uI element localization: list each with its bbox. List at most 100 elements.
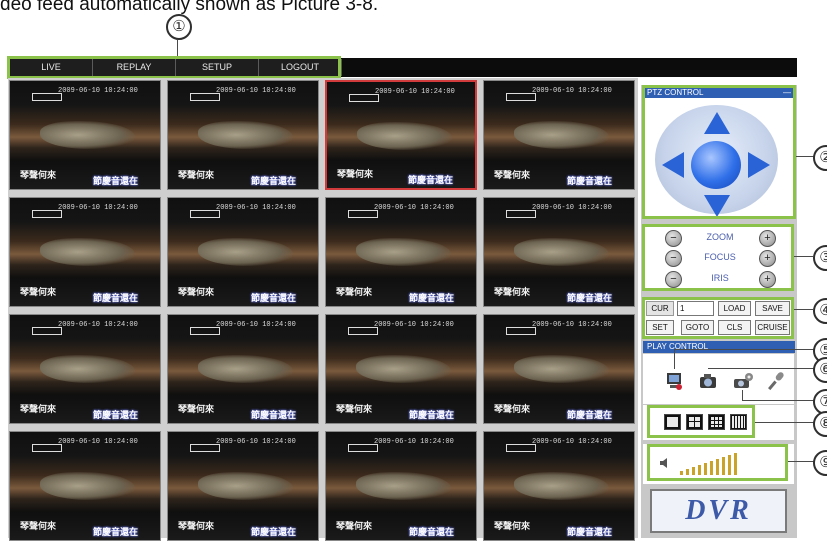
video-tile[interactable]: 2009-06-10 10:24:00 琴聲何來節慶音還在 — [9, 314, 161, 424]
subtitle-right: 節慶音還在 — [92, 410, 138, 420]
video-tile[interactable]: 2009-06-10 10:24:00 琴聲何來 節慶音還在 — [9, 431, 161, 541]
subtitle-right: 節慶音還在 — [408, 527, 454, 537]
video-tile[interactable]: 2009-06-10 10:24:00 琴聲何來節慶音還在 — [167, 80, 319, 190]
subtitle-right: 節慶音還在 — [250, 410, 296, 420]
callout-line-4 — [794, 309, 813, 310]
video-feed — [40, 472, 135, 500]
subtitle-left: 琴聲何來 — [20, 170, 57, 180]
subtitle-left: 琴聲何來 — [336, 404, 373, 414]
camera-settings-icon[interactable] — [732, 370, 754, 392]
timestamp-text: 2009-06-10 10:24:00 — [58, 321, 138, 329]
video-tile[interactable]: 2009-06-10 10:24:00 琴聲何來 節慶音還在 — [9, 197, 161, 307]
subtitle-left: 琴聲何來 — [494, 170, 531, 180]
callout-line-9 — [788, 461, 814, 462]
video-feed — [514, 472, 609, 500]
subtitle-right: 節慶音還在 — [407, 175, 453, 185]
callout-3: ③ — [813, 245, 827, 271]
callout-line-5 — [674, 349, 814, 350]
highlight-ptz — [642, 85, 796, 219]
highlight-volume — [647, 444, 788, 481]
subtitle-left: 琴聲何來 — [494, 287, 531, 297]
subtitle-right: 節慶音還在 — [408, 410, 454, 420]
timestamp-text: 2009-06-10 10:24:00 — [216, 204, 296, 212]
highlight-split — [647, 405, 755, 438]
highlight-menu — [7, 56, 341, 79]
video-feed — [198, 238, 293, 266]
video-tile[interactable]: 2009-06-10 10:24:00 琴聲何來節慶音還在 — [325, 197, 477, 307]
subtitle-right: 節慶音還在 — [566, 293, 612, 303]
video-feed — [514, 355, 609, 383]
timestamp-text: 2009-06-10 10:24:00 — [375, 88, 455, 96]
video-tile[interactable]: 2009-06-10 10:24:00 琴聲何來 節慶音還在 — [167, 431, 319, 541]
video-feed — [198, 121, 293, 149]
callout-line-8 — [755, 422, 814, 423]
caption-text: deo feed automatically shown as Picture … — [0, 0, 379, 15]
record-icon[interactable] — [663, 370, 685, 392]
video-tile[interactable]: 2009-06-10 10:24:00 琴聲何來 節慶音還在 — [167, 314, 319, 424]
video-tile[interactable]: 2009-06-10 10:24:00 琴聲何來節慶音還在 — [167, 197, 319, 307]
video-feed — [198, 472, 293, 500]
play-control-header: PLAY CONTROL — [643, 341, 795, 353]
timestamp-text: 2009-06-10 10:24:00 — [532, 87, 612, 95]
video-tile[interactable]: 2009-06-10 10:24:00 琴聲何來節慶音還在 — [325, 314, 477, 424]
subtitle-right: 節慶音還在 — [250, 293, 296, 303]
timestamp-text: 2009-06-10 10:24:00 — [532, 438, 612, 446]
subtitle-left: 琴聲何來 — [336, 287, 373, 297]
subtitle-right: 節慶音還在 — [408, 293, 454, 303]
callout-8: ⑧ — [813, 411, 827, 437]
callout-line-7 — [742, 400, 814, 401]
video-feed — [356, 355, 451, 383]
callout-4: ④ — [813, 298, 827, 324]
video-feed — [40, 121, 135, 149]
snapshot-icon[interactable] — [697, 370, 719, 392]
video-feed — [40, 238, 135, 266]
subtitle-left: 琴聲何來 — [494, 521, 531, 531]
video-feed — [514, 238, 609, 266]
subtitle-right: 節慶音還在 — [250, 527, 296, 537]
video-tile[interactable]: 2009-06-10 10:24:00 琴聲何來節慶音還在 — [325, 80, 477, 190]
subtitle-left: 琴聲何來 — [494, 404, 531, 414]
intercom-icon[interactable] — [765, 370, 787, 392]
timestamp-text: 2009-06-10 10:24:00 — [374, 321, 454, 329]
subtitle-left: 琴聲何來 — [178, 287, 215, 297]
video-feed — [514, 121, 609, 149]
subtitle-right: 節慶音還在 — [566, 410, 612, 420]
timestamp-text: 2009-06-10 10:24:00 — [532, 321, 612, 329]
subtitle-right: 節慶音還在 — [566, 527, 612, 537]
callout-9: ⑨ — [813, 450, 827, 476]
video-feed — [356, 472, 451, 500]
timestamp-text: 2009-06-10 10:24:00 — [58, 87, 138, 95]
callout-2: ② — [813, 145, 827, 171]
subtitle-left: 琴聲何來 — [20, 404, 57, 414]
video-grid: 2009-06-10 10:24:00 琴聲何來 節慶音還在 2009-06-10 1… — [8, 78, 638, 541]
subtitle-left: 琴聲何來 — [178, 521, 215, 531]
subtitle-left: 琴聲何來 — [178, 404, 215, 414]
subtitle-right: 節慶音還在 — [566, 176, 612, 186]
callout-line-3 — [794, 256, 813, 257]
callout-line-6 — [708, 368, 814, 369]
timestamp-text: 2009-06-10 10:24:00 — [58, 438, 138, 446]
subtitle-right: 節慶音還在 — [92, 176, 138, 186]
video-tile[interactable]: 2009-06-10 10:24:00 琴聲何來節慶音還在 — [483, 197, 635, 307]
subtitle-right: 節慶音還在 — [250, 176, 296, 186]
timestamp-text: 2009-06-10 10:24:00 — [374, 438, 454, 446]
highlight-lens — [642, 224, 794, 291]
subtitle-right: 節慶音還在 — [92, 293, 138, 303]
video-feed — [356, 238, 451, 266]
video-tile[interactable]: 2009-06-10 10:24:00 琴聲何來 節慶音還在 — [325, 431, 477, 541]
subtitle-left: 琴聲何來 — [178, 170, 215, 180]
video-feed — [40, 355, 135, 383]
video-tile[interactable]: 2009-06-10 10:24:00 琴聲何來節慶音還在 — [483, 314, 635, 424]
timestamp-text: 2009-06-10 10:24:00 — [532, 204, 612, 212]
callout-line-5b — [674, 349, 675, 369]
subtitle-left: 琴聲何來 — [337, 169, 374, 179]
video-tile[interactable]: 2009-06-10 10:24:00 琴聲何來節慶音還在 — [483, 431, 635, 541]
video-feed — [357, 122, 452, 150]
timestamp-text: 2009-06-10 10:24:00 — [216, 87, 296, 95]
timestamp-text: 2009-06-10 10:24:00 — [374, 204, 454, 212]
video-tile[interactable]: 2009-06-10 10:24:00 琴聲何來節慶音還在 — [9, 80, 161, 190]
subtitle-left: 琴聲何來 — [20, 521, 57, 531]
timestamp-text: 2009-06-10 10:24:00 — [58, 204, 138, 212]
video-tile[interactable]: 2009-06-10 10:24:00 琴聲何來節慶音還在 — [483, 80, 635, 190]
callout-line-1 — [177, 40, 178, 57]
